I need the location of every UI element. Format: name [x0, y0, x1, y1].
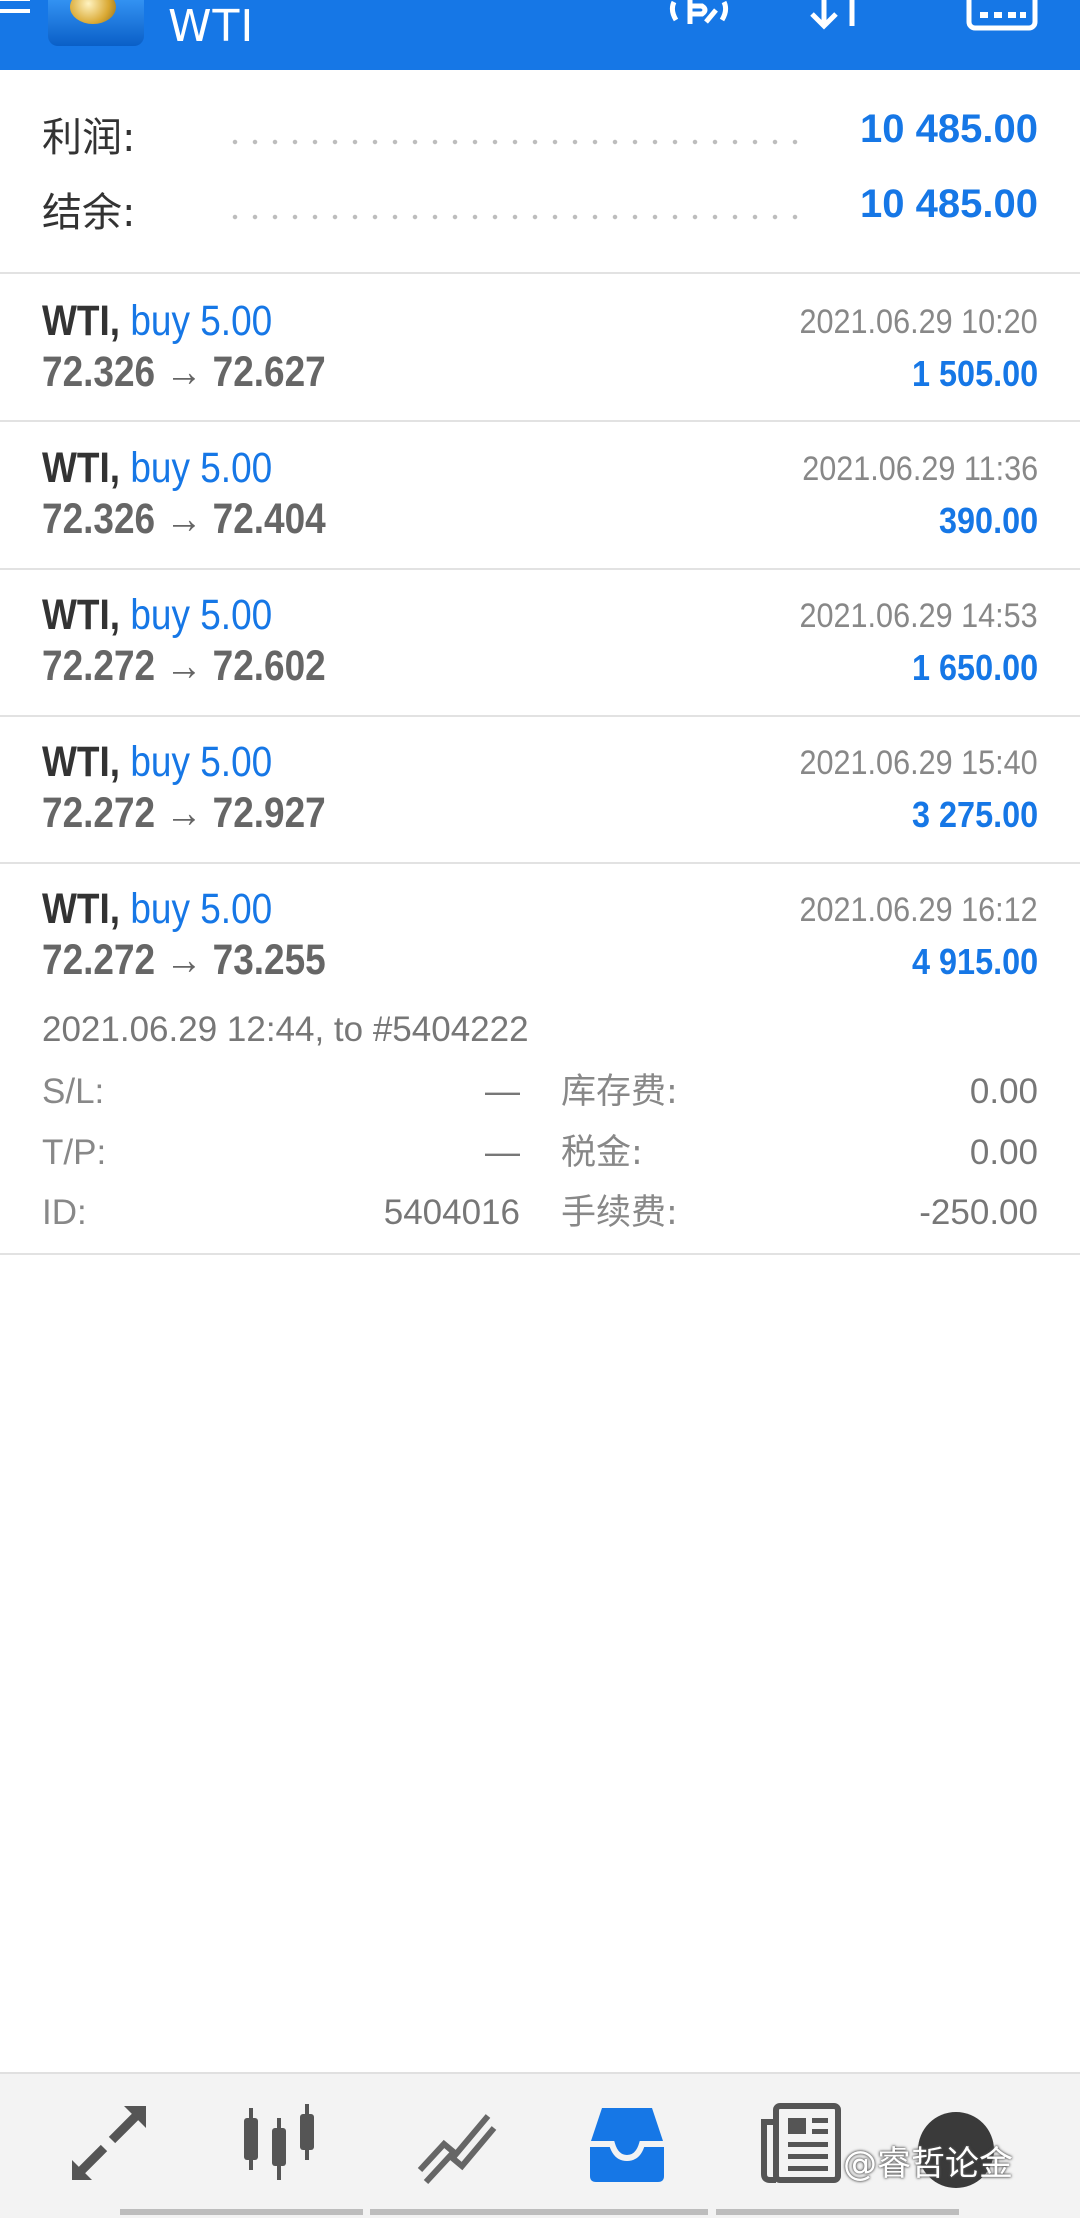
deal-title: WTI, buy 5.00: [42, 296, 272, 346]
deal-type: buy 5.00: [130, 738, 273, 786]
deal-prices: 72.272 → 73.255: [42, 936, 326, 984]
page-title: WTI: [168, 1, 255, 52]
dotted-leader: [225, 214, 812, 220]
commission-value: -250.00: [919, 1193, 1038, 1232]
sort-icon[interactable]: [806, 0, 872, 34]
deal-prices: 72.326 → 72.627: [42, 348, 326, 396]
tp-label: T/P:: [42, 1133, 107, 1172]
divider: [0, 1253, 1080, 1255]
summary-section: 利润: 10 485.00 结余: 10 485.00: [0, 70, 1080, 273]
deal-profit: 3 275.00: [911, 794, 1038, 835]
deal-row[interactable]: WTI, buy 5.00 72.326 → 72.404 2021.06.29…: [0, 421, 1080, 567]
balance-label: 结余:: [42, 190, 136, 236]
nav-indicator: [120, 2209, 363, 2215]
profit-value: 10 485.00: [860, 107, 1038, 151]
swap-label: 库存费:: [561, 1072, 678, 1112]
deal-details: 2021.06.29 12:44, to #5404222 S/L: — 库存费…: [0, 1000, 1080, 1250]
deal-prices: 72.326 → 72.404: [42, 495, 326, 543]
deal-time: 2021.06.29 11:36: [802, 450, 1038, 488]
deal-time: 2021.06.29 15:40: [799, 744, 1038, 782]
deal-title: WTI, buy 5.00: [42, 590, 272, 640]
dotted-leader: [225, 139, 812, 145]
balance-row: 结余: 10 485.00: [0, 180, 1080, 240]
deal-row[interactable]: WTI, buy 5.00 72.326 → 72.627 2021.06.29…: [0, 274, 1080, 420]
deal-title: WTI, buy 5.00: [42, 884, 272, 934]
deal-type: buy 5.00: [130, 444, 273, 492]
deal-profit: 390.00: [938, 500, 1038, 541]
trade-icon[interactable]: [668, 0, 730, 34]
chart-icon[interactable]: [236, 2100, 326, 2190]
profit-row: 利润: 10 485.00: [0, 105, 1080, 165]
app-logo: [48, 0, 144, 46]
deal-time: 2021.06.29 14:53: [799, 597, 1038, 635]
deal-symbol: WTI,: [42, 297, 121, 345]
deal-symbol: WTI,: [42, 444, 121, 492]
deal-time: 2021.06.29 10:20: [799, 303, 1038, 341]
tax-label: 税金:: [561, 1133, 643, 1173]
sl-label: S/L:: [42, 1072, 105, 1111]
top-bar: WTI: [0, 0, 1080, 70]
profit-label: 利润:: [42, 115, 136, 161]
id-value: 5404016: [383, 1193, 520, 1232]
sl-value: —: [485, 1072, 520, 1111]
swap-value: 0.00: [969, 1072, 1038, 1111]
deal-type: buy 5.00: [130, 591, 273, 639]
deal-symbol: WTI,: [42, 885, 121, 933]
history-screen: WTI 利润: 10 485.00 结余: 10 485.00 WTI, buy…: [0, 0, 1080, 2218]
deal-row[interactable]: WTI, buy 5.00 72.272 → 72.927 2021.06.29…: [0, 715, 1080, 861]
deal-row[interactable]: WTI, buy 5.00 72.272 → 73.255 2021.06.29…: [0, 862, 1080, 1008]
deal-profit: 1 505.00: [911, 353, 1038, 394]
trade-icon[interactable]: [410, 2100, 500, 2190]
deal-title: WTI, buy 5.00: [42, 737, 272, 787]
nav-indicator: [370, 2209, 708, 2215]
deal-row[interactable]: WTI, buy 5.00 72.272 → 72.602 2021.06.29…: [0, 568, 1080, 714]
bottom-nav: @睿哲论金: [0, 2072, 1080, 2218]
id-label: ID:: [42, 1193, 87, 1232]
deal-profit: 1 650.00: [911, 647, 1038, 688]
open-info: 2021.06.29 12:44, to #5404222: [42, 1010, 529, 1049]
deal-prices: 72.272 → 72.927: [42, 789, 326, 837]
commission-label: 手续费:: [561, 1193, 678, 1233]
deal-prices: 72.272 → 72.602: [42, 642, 326, 690]
calendar-icon[interactable]: [966, 0, 1038, 34]
news-icon[interactable]: [758, 2100, 848, 2190]
deal-type: buy 5.00: [130, 885, 273, 933]
balance-value: 10 485.00: [860, 182, 1038, 226]
deal-time: 2021.06.29 16:12: [799, 891, 1038, 929]
tp-value: —: [485, 1133, 520, 1172]
nav-indicator: [716, 2209, 959, 2215]
history-icon[interactable]: [582, 2100, 672, 2190]
quotes-icon[interactable]: [64, 2100, 154, 2190]
menu-icon[interactable]: [0, 0, 30, 24]
deal-title: WTI, buy 5.00: [42, 443, 272, 493]
watermark: @睿哲论金: [843, 2144, 1013, 2184]
tax-value: 0.00: [969, 1133, 1038, 1172]
deal-type: buy 5.00: [130, 297, 273, 345]
deal-profit: 4 915.00: [911, 941, 1038, 982]
deal-symbol: WTI,: [42, 591, 121, 639]
deal-symbol: WTI,: [42, 738, 121, 786]
